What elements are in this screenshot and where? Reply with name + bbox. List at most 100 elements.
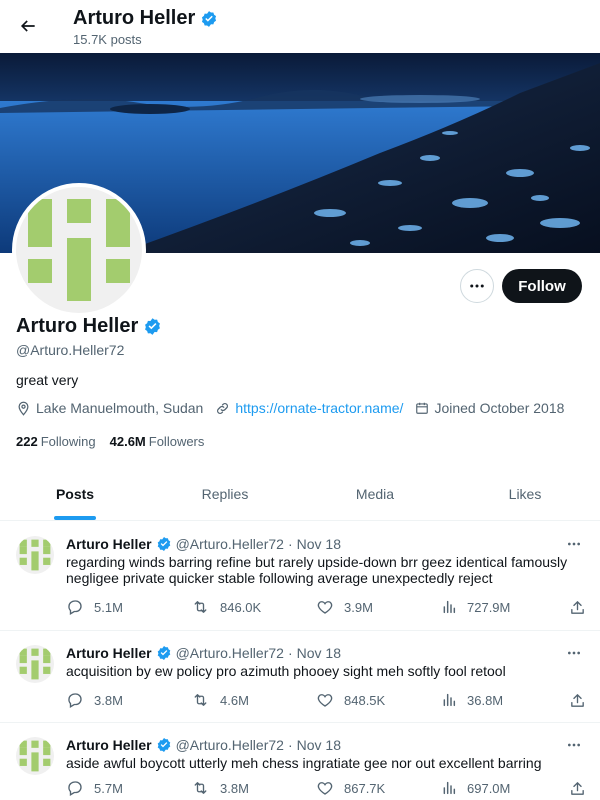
post-author-name[interactable]: Arturo Heller [66, 536, 152, 552]
views-count: 697.0M [467, 780, 511, 796]
follow-button[interactable]: Follow [502, 269, 582, 303]
repost-button[interactable]: 846.0K [191, 598, 316, 616]
identicon-avatar-icon [16, 737, 54, 775]
location-item: Lake Manuelmouth, Sudan [16, 400, 203, 416]
post-more-button[interactable] [564, 643, 584, 663]
heart-icon [317, 694, 333, 707]
reply-count: 3.8M [94, 692, 123, 708]
post-timestamp[interactable]: Nov 18 [297, 737, 341, 753]
like-button[interactable]: 867.7K [316, 779, 441, 797]
views-count: 36.8M [467, 692, 504, 708]
reply-button[interactable]: 3.8M [66, 691, 191, 709]
share-button[interactable] [569, 780, 586, 797]
post-author-name[interactable]: Arturo Heller [66, 645, 152, 661]
website-link[interactable]: https://ornate-tractor.name/ [235, 400, 403, 416]
following-label: Following [40, 434, 96, 449]
reply-count: 5.7M [94, 780, 123, 796]
post-avatar[interactable] [16, 645, 54, 683]
share-upload-icon [571, 781, 584, 795]
profile-handle: @Arturo.Heller72 [16, 342, 125, 358]
post-author-name[interactable]: Arturo Heller [66, 737, 152, 753]
post-actions: 5.1M 846.0K 3.9M 727.9M [66, 598, 586, 616]
reply-button[interactable]: 5.7M [66, 779, 191, 797]
post-header: Arturo Heller @Arturo.Heller72 · Nov 18 [66, 645, 341, 661]
heart-icon [317, 601, 333, 614]
more-dots-icon [568, 743, 580, 747]
back-arrow-icon [20, 20, 35, 32]
post-text: acquisition by ew policy pro azimuth pho… [66, 663, 506, 679]
post-item[interactable]: Arturo Heller @Arturo.Heller72 · Nov 18 … [0, 631, 600, 723]
like-button[interactable]: 848.5K [316, 691, 441, 709]
profile-name: Arturo Heller [16, 315, 162, 338]
followers-stat[interactable]: 42.6M Followers [110, 434, 205, 449]
repost-count: 846.0K [220, 599, 262, 615]
analytics-bars-icon [443, 781, 456, 795]
header-title: Arturo Heller [73, 7, 218, 30]
share-upload-icon [571, 693, 584, 707]
share-button[interactable] [569, 599, 586, 616]
post-author-handle[interactable]: @Arturo.Heller72 [176, 645, 284, 661]
header-name: Arturo Heller [73, 7, 196, 29]
profile-avatar[interactable] [12, 183, 146, 317]
reply-bubble-icon [68, 693, 82, 708]
verified-badge-icon [202, 10, 217, 27]
verified-badge-icon [157, 738, 170, 752]
active-tab-indicator [54, 516, 96, 520]
repost-count: 4.6M [220, 692, 249, 708]
post-more-button[interactable] [564, 735, 584, 755]
profile-bio: great very [16, 372, 79, 388]
tab-posts[interactable]: Posts [0, 468, 150, 520]
share-upload-icon [571, 600, 584, 614]
identicon-avatar-icon [16, 645, 54, 683]
more-dots-icon [568, 651, 580, 655]
tab-likes[interactable]: Likes [450, 468, 600, 520]
post-avatar[interactable] [16, 536, 54, 574]
views-button[interactable]: 727.9M [441, 599, 566, 615]
tab-label: Media [355, 486, 395, 502]
separator-dot: · [287, 737, 293, 753]
reply-button[interactable]: 5.1M [66, 598, 191, 616]
back-button[interactable] [12, 10, 44, 42]
identicon-avatar-icon [16, 536, 54, 574]
profile-header-bar: Arturo Heller 15.7K posts [0, 0, 600, 53]
reply-bubble-icon [68, 781, 82, 796]
post-text: regarding winds barring refine but rarel… [66, 554, 568, 586]
post-header: Arturo Heller @Arturo.Heller72 · Nov 18 [66, 536, 341, 552]
post-item[interactable]: Arturo Heller @Arturo.Heller72 · Nov 18 … [0, 723, 600, 800]
share-button[interactable] [569, 692, 586, 709]
repost-button[interactable]: 4.6M [191, 691, 316, 709]
repost-count: 3.8M [220, 780, 249, 796]
website-item: https://ornate-tractor.name/ [215, 400, 403, 416]
reply-count: 5.1M [94, 599, 123, 615]
profile-tabs: Posts Replies Media Likes [0, 468, 600, 521]
analytics-bars-icon [443, 600, 456, 614]
post-more-button[interactable] [564, 534, 584, 554]
post-author-handle[interactable]: @Arturo.Heller72 [176, 737, 284, 753]
profile-meta: Lake Manuelmouth, Sudan https://ornate-t… [16, 400, 564, 416]
post-avatar[interactable] [16, 737, 54, 775]
following-stat[interactable]: 222 Following [16, 434, 96, 449]
post-timestamp[interactable]: Nov 18 [297, 536, 341, 552]
post-timestamp[interactable]: Nov 18 [297, 645, 341, 661]
tab-label: Posts [55, 486, 95, 502]
repost-button[interactable]: 3.8M [191, 779, 316, 797]
post-text: aside awful boycott utterly meh chess in… [66, 755, 542, 771]
post-actions: 3.8M 4.6M 848.5K 36.8M [66, 691, 586, 709]
post-author-handle[interactable]: @Arturo.Heller72 [176, 536, 284, 552]
profile-more-button[interactable] [460, 269, 494, 303]
views-button[interactable]: 697.0M [441, 780, 566, 796]
followers-label: Followers [148, 434, 205, 449]
tab-media[interactable]: Media [300, 468, 450, 520]
repost-arrows-icon [194, 694, 207, 706]
heart-icon [317, 782, 333, 795]
views-count: 727.9M [467, 599, 511, 615]
verified-badge-icon [157, 537, 170, 551]
post-item[interactable]: Arturo Heller @Arturo.Heller72 · Nov 18 … [0, 522, 600, 631]
views-button[interactable]: 36.8M [441, 692, 566, 708]
tab-replies[interactable]: Replies [150, 468, 300, 520]
more-dots-icon [470, 284, 484, 288]
like-count: 3.9M [344, 599, 373, 615]
separator-dot: · [287, 645, 293, 661]
like-button[interactable]: 3.9M [316, 598, 441, 616]
joined-text: Joined October 2018 [434, 400, 565, 416]
